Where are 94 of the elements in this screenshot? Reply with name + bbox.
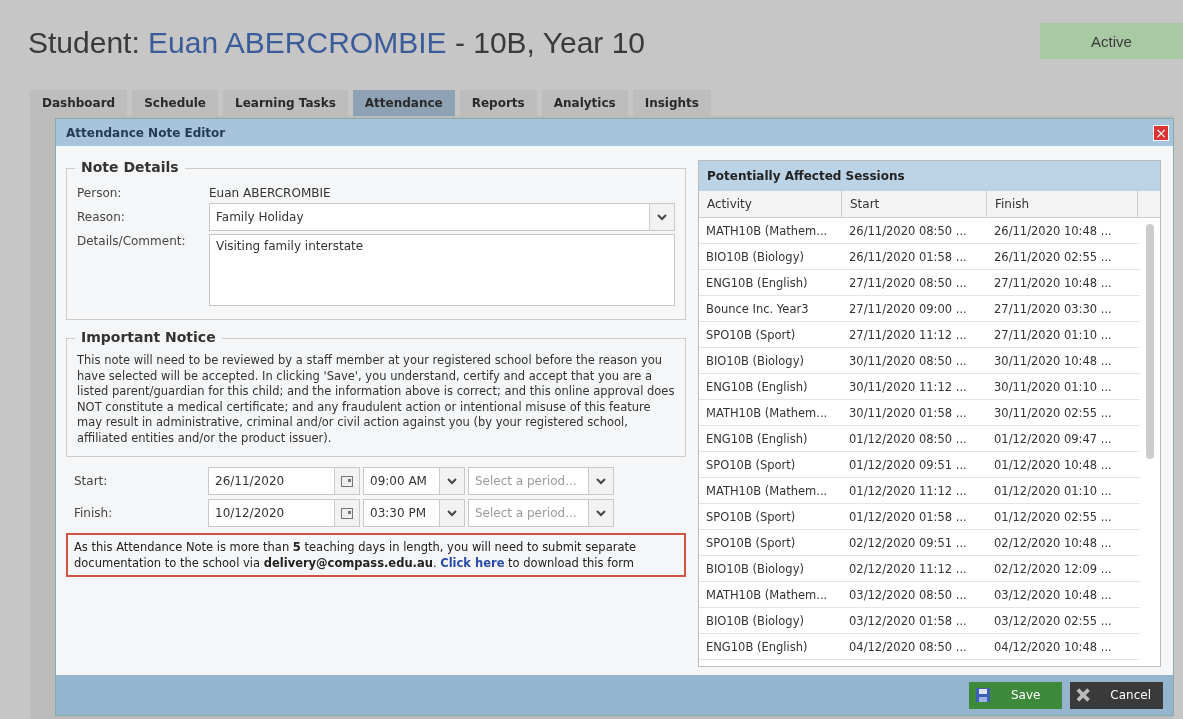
tab[interactable]: Insights (632, 90, 711, 116)
table-cell-text: 27/11/2020 09:00 ... (848, 300, 968, 318)
dialog-title: Attendance Note Editor (66, 125, 226, 140)
date-field[interactable]: 26/11/2020 (208, 467, 360, 495)
table-cell-text: 27/11/2020 10:48 ... (993, 274, 1113, 292)
table-cell-text: 01/12/2020 09:51 ... (848, 456, 968, 474)
field-label: Finish: (74, 506, 114, 520)
page-title: Student: Euan ABERCROMBIE - 10B, Year 10 (28, 26, 646, 60)
group-legend: Note Details (75, 159, 185, 175)
table-cell-text: BIO10B (Biology) (705, 560, 805, 578)
time-dropdown[interactable]: 09:00 AM (363, 467, 465, 495)
table-cell-text: 30/11/2020 01:58 ... (848, 404, 968, 422)
cancel-button[interactable]: Cancel (1070, 681, 1163, 709)
calendar-icon (341, 507, 353, 519)
time-dropdown[interactable]: 03:30 PM (363, 499, 465, 527)
chevron-down-icon (596, 509, 606, 517)
table-cell-text: 27/11/2020 03:30 ... (993, 300, 1113, 318)
reason-dropdown[interactable]: Family Holiday (209, 203, 675, 231)
table-cell-text: 03/12/2020 02:55 ... (993, 612, 1113, 630)
tab[interactable]: Schedule (132, 90, 218, 116)
status-badge: Active (1040, 23, 1183, 59)
tab[interactable]: Learning Tasks (223, 90, 348, 116)
table-cell-text: 02/12/2020 11:12 ... (848, 560, 968, 578)
warning-message: As this Attendance Note is more than 5 teaching days in length, you will need to submit separate documentation to the school via delivery@compass.edu.au. Click here to download this form (66, 533, 686, 577)
field-label: Reason: (77, 210, 126, 224)
table-cell-text: 02/12/2020 09:51 ... (848, 534, 968, 552)
table-cell-text: 01/12/2020 11:12 ... (848, 482, 968, 500)
table-cell-text: 30/11/2020 11:12 ... (848, 378, 968, 396)
tab[interactable]: Reports (459, 90, 537, 116)
column-header[interactable]: Finish (987, 191, 1138, 217)
table-cell-text: 30/11/2020 08:50 ... (848, 352, 968, 370)
notice-text: This note will need to be reviewed by a staff member at your registered school before the reason you have selected will be accepted. In clicking 'Save', you understand, certify and accept that you are a listed parent/guardian for this child; and the information above is correct; and this online approval does NOT constitute a medical certificate; and any fraudulent action or intentional misuse of this feature may result in administrative, criminal and/or civil action against you (by your registered school, affiliated entities and/or the product issuer). (77, 353, 675, 446)
close-button[interactable]: × (1153, 124, 1169, 141)
table-cell-text: 04/12/2020 10:48 ... (993, 638, 1113, 656)
chevron-down-icon (447, 509, 457, 517)
table-cell-text: 26/11/2020 08:50 ... (848, 222, 968, 240)
panel-title: Potentially Affected Sessions (699, 161, 1160, 191)
date-field[interactable]: 10/12/2020 (208, 499, 360, 527)
tab[interactable]: Analytics (541, 90, 628, 116)
field-label: Details/Comment: (77, 234, 187, 248)
group-legend: Important Notice (75, 329, 222, 345)
table-cell-text: BIO10B (Biology) (705, 248, 805, 266)
chevron-down-icon (657, 213, 667, 221)
table-cell-text: ENG10B (English) (705, 430, 809, 448)
table-cell-text: 02/12/2020 12:09 ... (993, 560, 1113, 578)
table-cell-text: 01/12/2020 01:58 ... (848, 508, 968, 526)
table-cell-text: MATH10B (Mathem... (705, 222, 829, 240)
table-cell-text: 30/11/2020 02:55 ... (993, 404, 1113, 422)
download-link[interactable]: Click here (440, 556, 505, 570)
table-cell-text: 27/11/2020 08:50 ... (848, 274, 968, 292)
table-cell-text: 04/12/2020 08:50 ... (848, 638, 968, 656)
table-cell-text: MATH10B (Mathem... (705, 404, 829, 422)
table-cell-text: 30/11/2020 10:48 ... (993, 352, 1113, 370)
person-name: Euan ABERCROMBIE (209, 186, 331, 200)
table-cell-text: MATH10B (Mathem... (705, 586, 829, 604)
table-cell-text: BIO10B (Biology) (705, 612, 805, 630)
table-cell-text: 03/12/2020 10:48 ... (993, 586, 1113, 604)
table-cell-text: ENG10B (English) (705, 638, 809, 656)
table-cell-text: 03/12/2020 01:58 ... (848, 612, 968, 630)
table-cell-text: BIO10B (Biology) (705, 352, 805, 370)
table-cell-text: ENG10B (English) (705, 378, 809, 396)
table-cell-text: SPO10B (Sport) (705, 326, 797, 344)
tab[interactable]: Dashboard (30, 90, 128, 116)
table-cell-text: 01/12/2020 08:50 ... (848, 430, 968, 448)
table-cell-text: 01/12/2020 09:47 ... (993, 430, 1113, 448)
scrollbar-thumb[interactable] (1146, 224, 1154, 459)
calendar-icon (341, 475, 353, 487)
table-cell-text: 03/12/2020 08:50 ... (848, 586, 968, 604)
table-cell-text: 27/11/2020 11:12 ... (848, 326, 968, 344)
field-label: Start: (74, 474, 109, 488)
table-cell-text: Bounce Inc. Year3 (705, 300, 810, 318)
table-cell-text: 26/11/2020 01:58 ... (848, 248, 968, 266)
chevron-down-icon (596, 477, 606, 485)
column-header[interactable]: Activity (699, 191, 842, 217)
table-cell-text: ENG10B (English) (705, 274, 809, 292)
column-header[interactable]: Start (842, 191, 987, 217)
table-cell-text: SPO10B (Sport) (705, 456, 797, 474)
table-cell-text: 26/11/2020 02:55 ... (993, 248, 1113, 266)
table-cell-text: SPO10B (Sport) (705, 508, 797, 526)
table-cell-text: MATH10B (Mathem... (705, 482, 829, 500)
comment-field[interactable]: Visiting family interstate (209, 234, 675, 306)
table-cell-text: 27/11/2020 01:10 ... (993, 326, 1113, 344)
tab[interactable]: Attendance (352, 90, 455, 116)
close-icon (1076, 687, 1091, 703)
table-cell-text: SPO10B (Sport) (705, 534, 797, 552)
field-label: Person: (77, 186, 123, 200)
chevron-down-icon (447, 477, 457, 485)
table-cell-text: 01/12/2020 01:10 ... (993, 482, 1113, 500)
table-cell-text: 26/11/2020 10:48 ... (993, 222, 1113, 240)
table-cell-text: 01/12/2020 02:55 ... (993, 508, 1113, 526)
save-button[interactable]: Save (969, 681, 1062, 709)
table-cell-text: 30/11/2020 01:10 ... (993, 378, 1113, 396)
table-cell-text: 01/12/2020 10:48 ... (993, 456, 1113, 474)
table-cell-text: 02/12/2020 10:48 ... (993, 534, 1113, 552)
